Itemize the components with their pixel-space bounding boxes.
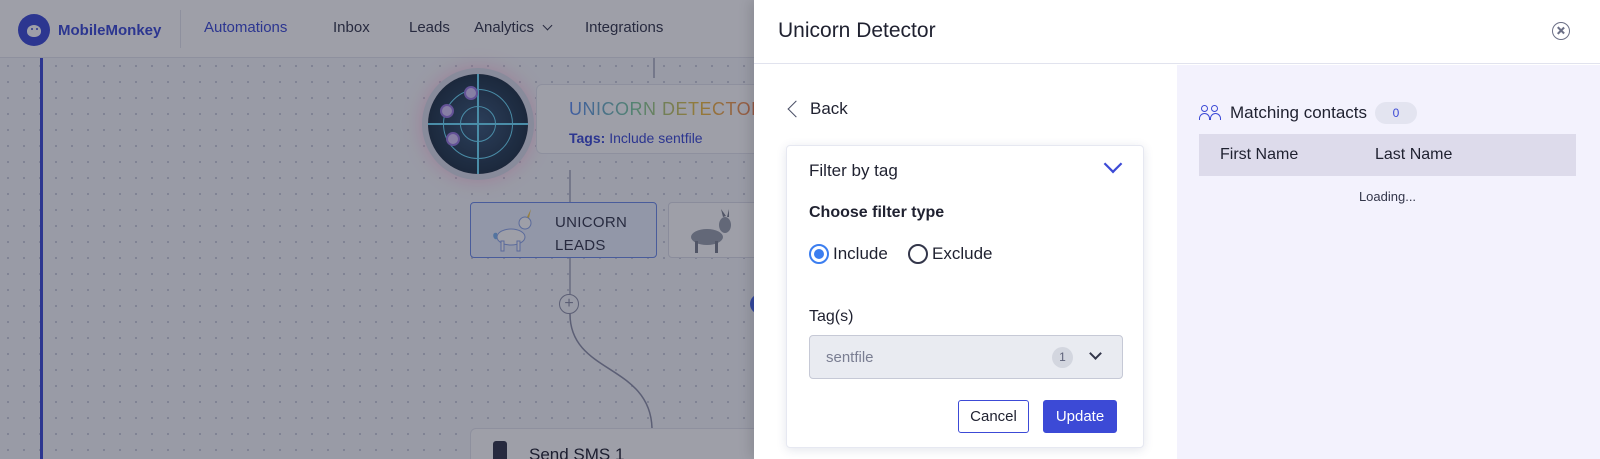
matching-contacts-label: Matching contacts <box>1230 103 1368 122</box>
contacts-table-header: First Name Last Name <box>1199 134 1576 176</box>
radio-include-label: Include <box>833 244 888 263</box>
radio-exclude[interactable]: Exclude <box>908 244 992 264</box>
users-icon <box>1199 105 1221 121</box>
tag-select[interactable]: sentfile 1 <box>809 335 1123 379</box>
back-label: Back <box>810 99 848 118</box>
matching-contacts-header: Matching contacts 0 <box>1199 102 1418 124</box>
loading-status: Loading... <box>1358 189 1417 204</box>
filter-heading: Filter by tag <box>809 161 898 180</box>
chevron-left-icon <box>787 100 805 118</box>
tags-label: Tag(s) <box>809 308 854 325</box>
filter-side-panel: Unicorn Detector Back Filter by tag Choo… <box>754 0 1600 459</box>
radio-exclude-label: Exclude <box>932 244 993 263</box>
radio-include-control[interactable] <box>809 244 829 264</box>
update-button[interactable]: Update <box>1043 400 1117 433</box>
modal-backdrop[interactable] <box>0 0 754 459</box>
matching-contacts-count: 0 <box>1375 102 1418 124</box>
panel-header: Unicorn Detector <box>754 0 1600 64</box>
close-icon[interactable] <box>1552 22 1570 40</box>
tag-select-value: sentfile <box>826 349 874 366</box>
matching-contacts-pane: Matching contacts 0 First Name Last Name… <box>1177 65 1600 459</box>
radio-include[interactable]: Include <box>809 244 888 264</box>
radio-exclude-control[interactable] <box>908 244 928 264</box>
chevron-down-icon[interactable] <box>1103 154 1123 174</box>
cancel-button[interactable]: Cancel <box>958 400 1029 433</box>
back-button[interactable]: Back <box>787 99 848 119</box>
column-last-name: Last Name <box>1375 146 1453 163</box>
chevron-down-icon[interactable] <box>1089 347 1102 360</box>
panel-title: Unicorn Detector <box>778 19 936 42</box>
filter-card: Filter by tag Choose filter type Include… <box>786 145 1144 448</box>
tag-count-badge: 1 <box>1052 347 1073 368</box>
column-first-name: First Name <box>1220 146 1299 163</box>
filter-type-label: Choose filter type <box>809 204 945 221</box>
